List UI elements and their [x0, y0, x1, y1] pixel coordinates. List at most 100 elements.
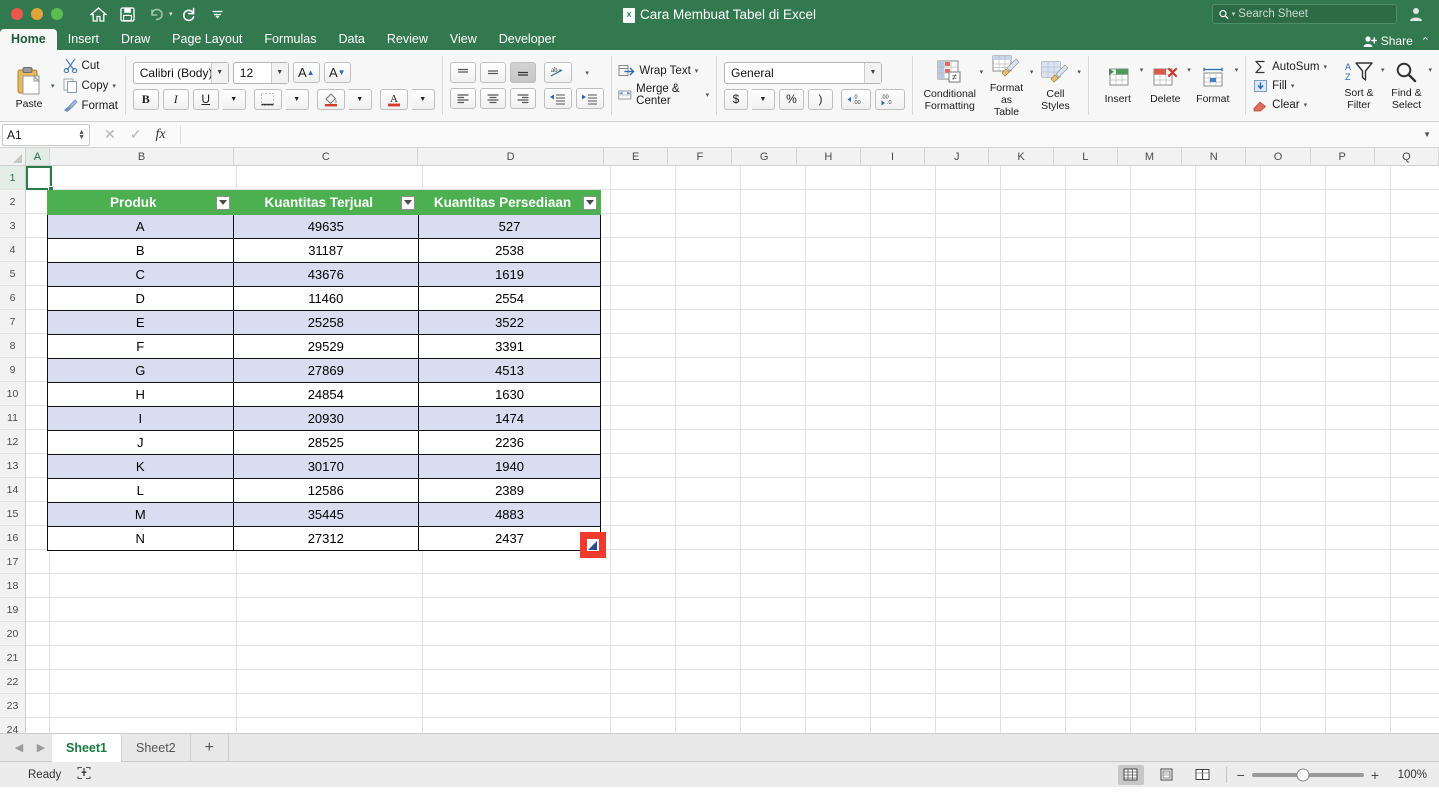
row-header-17[interactable]: 17	[0, 550, 26, 574]
table-row[interactable]: K 30170 1940	[47, 454, 601, 479]
page-layout-view-button[interactable]	[1154, 765, 1180, 785]
autosum-button[interactable]: AutoSum ▾	[1253, 60, 1327, 74]
row-header-14[interactable]: 14	[0, 478, 26, 502]
fill-color-button[interactable]	[316, 88, 345, 110]
zoom-in-button[interactable]: +	[1371, 767, 1379, 783]
table-cell-terjual[interactable]: 28525	[232, 430, 420, 455]
table-cell-produk[interactable]: L	[47, 478, 234, 503]
table-cell-produk[interactable]: B	[47, 238, 234, 263]
table-row[interactable]: F 29529 3391	[47, 334, 601, 359]
table-cell-produk[interactable]: N	[47, 526, 234, 551]
find-select-button[interactable]: Find & Select	[1384, 59, 1428, 113]
insert-cells-button[interactable]: Insert	[1096, 65, 1140, 107]
search-input[interactable]	[1238, 8, 1390, 20]
copy-button[interactable]: Copy ▾	[63, 78, 118, 93]
normal-view-button[interactable]	[1117, 764, 1144, 785]
decrease-font-size-button[interactable]: A ▼	[323, 62, 351, 83]
row-header-1[interactable]: 1	[0, 166, 26, 190]
table-row[interactable]: N 27312 2437	[47, 526, 601, 551]
table-cell-terjual[interactable]: 35445	[232, 502, 420, 527]
align-middle-button[interactable]	[479, 62, 506, 83]
tab-view[interactable]: View	[439, 29, 488, 50]
table-cell-persediaan[interactable]: 527	[418, 214, 601, 239]
table-cell-persediaan[interactable]: 4513	[418, 358, 601, 383]
orientation-caret-icon[interactable]: ▾	[576, 62, 599, 83]
format-cells-caret-icon[interactable]: ▾	[1235, 66, 1239, 74]
fill-caret-icon[interactable]: ▾	[1291, 82, 1295, 90]
maximize-window-button[interactable]	[51, 8, 63, 20]
tab-developer[interactable]: Developer	[488, 29, 567, 50]
row-header-18[interactable]: 18	[0, 574, 26, 598]
tab-draw[interactable]: Draw	[110, 29, 161, 50]
table-cell-persediaan[interactable]: 2236	[418, 430, 601, 455]
page-break-view-button[interactable]	[1190, 765, 1216, 785]
select-all-corner[interactable]	[0, 148, 26, 165]
save-icon[interactable]	[114, 3, 140, 25]
row-header-9[interactable]: 9	[0, 358, 26, 382]
expand-formula-bar-icon[interactable]: ▼	[1415, 130, 1439, 139]
column-header-F[interactable]: F	[668, 148, 733, 165]
currency-caret-icon[interactable]: ▼	[752, 88, 776, 110]
undo-icon[interactable]	[143, 3, 169, 25]
row-header-15[interactable]: 15	[0, 502, 26, 526]
table-cell-persediaan[interactable]: 4883	[418, 502, 601, 527]
cut-button[interactable]: Cut	[63, 58, 118, 73]
insert-function-icon[interactable]: fx	[155, 127, 165, 143]
table-cell-terjual[interactable]: 27312	[232, 526, 420, 551]
table-cell-produk[interactable]: G	[47, 358, 234, 383]
cancel-formula-icon[interactable]: ✕	[104, 126, 116, 143]
increase-indent-button[interactable]	[575, 88, 604, 109]
percent-format-button[interactable]: %	[779, 88, 805, 110]
table-cell-persediaan[interactable]: 1630	[418, 382, 601, 407]
table-cell-terjual[interactable]: 27869	[232, 358, 420, 383]
zoom-thumb[interactable]	[1296, 768, 1310, 781]
tab-home[interactable]: Home	[0, 29, 57, 50]
table-cell-terjual[interactable]: 25258	[232, 310, 420, 335]
table-column-header-produk[interactable]: Produk	[47, 190, 234, 215]
table-cell-persediaan[interactable]: 2437	[418, 526, 601, 551]
overflow-icon[interactable]	[205, 3, 231, 25]
row-header-23[interactable]: 23	[0, 694, 26, 718]
row-header-19[interactable]: 19	[0, 598, 26, 622]
zoom-out-button[interactable]: −	[1237, 767, 1245, 783]
column-header-O[interactable]: O	[1246, 148, 1311, 165]
formula-input[interactable]	[179, 125, 1416, 144]
wrap-text-button[interactable]: Wrap Text ▾	[618, 64, 709, 78]
paste-dropdown-caret-icon[interactable]: ▾	[51, 82, 55, 90]
table-cell-terjual[interactable]: 20930	[232, 406, 420, 431]
table-cell-persediaan[interactable]: 2554	[418, 286, 601, 311]
comma-format-button[interactable]: )	[808, 88, 834, 110]
table-row[interactable]: A 49635 527	[47, 214, 601, 239]
add-sheet-button[interactable]: +	[191, 733, 229, 762]
account-icon[interactable]	[1403, 3, 1429, 25]
table-row[interactable]: I 20930 1474	[47, 406, 601, 431]
table-cell-terjual[interactable]: 24854	[232, 382, 420, 407]
row-header-6[interactable]: 6	[0, 286, 26, 310]
column-header-K[interactable]: K	[989, 148, 1054, 165]
table-cell-produk[interactable]: K	[47, 454, 234, 479]
cell-styles-caret-icon[interactable]: ▾	[1077, 68, 1081, 76]
merge-center-button[interactable]: Merge & Center ▾	[618, 83, 709, 107]
table-row[interactable]: E 25258 3522	[47, 310, 601, 335]
column-header-J[interactable]: J	[925, 148, 990, 165]
tab-data[interactable]: Data	[327, 29, 375, 50]
table-cell-persediaan[interactable]: 2538	[418, 238, 601, 263]
accessibility-icon[interactable]	[77, 766, 91, 783]
table-cell-persediaan[interactable]: 1940	[418, 454, 601, 479]
format-painter-button[interactable]: Format	[63, 98, 118, 113]
table-row[interactable]: J 28525 2236	[47, 430, 601, 455]
borders-button[interactable]	[253, 88, 282, 110]
filter-dropdown-persediaan-icon[interactable]	[583, 195, 597, 210]
row-header-2[interactable]: 2	[0, 190, 26, 214]
autosum-caret-icon[interactable]: ▾	[1323, 63, 1327, 71]
table-cell-produk[interactable]: J	[47, 430, 234, 455]
table-row[interactable]: H 24854 1630	[47, 382, 601, 407]
table-cell-terjual[interactable]: 30170	[232, 454, 420, 479]
table-column-header-persediaan[interactable]: Kuantitas Persediaan	[418, 190, 601, 215]
filter-dropdown-produk-icon[interactable]	[215, 195, 230, 210]
increase-decimal-button[interactable]: .0.00	[841, 88, 872, 110]
increase-font-size-button[interactable]: A ▲	[292, 62, 320, 83]
currency-format-button[interactable]: $	[724, 88, 749, 110]
table-column-header-terjual[interactable]: Kuantitas Terjual	[232, 190, 420, 215]
cell-area[interactable]: Produk Kuantitas Terjual Kuantitas Perse…	[26, 166, 1439, 733]
